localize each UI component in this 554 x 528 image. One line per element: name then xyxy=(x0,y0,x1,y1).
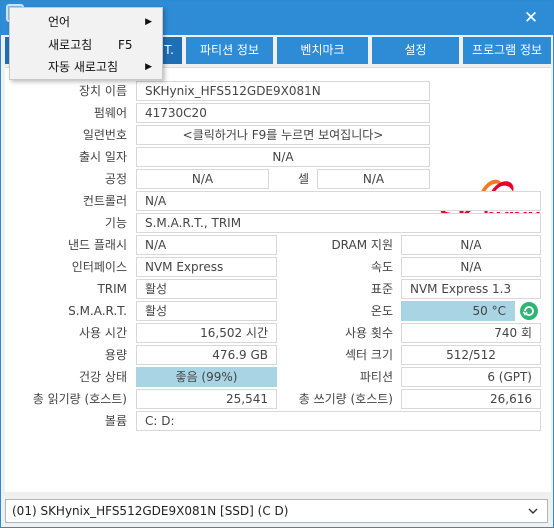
reads-label: 총 읽기량 (호스트) xyxy=(32,392,127,406)
sector-label: 섹터 크기 xyxy=(345,348,393,362)
capacity-field: 476.9 GB xyxy=(136,345,277,365)
close-button[interactable]: ✕ xyxy=(521,8,541,28)
temp-label: 온도 xyxy=(370,304,393,318)
refresh-icon-graphic xyxy=(522,306,534,316)
process-label: 공정 xyxy=(104,172,127,186)
interface-label: 인터페이스 xyxy=(71,260,127,274)
context-menu: 언어 ▶ 새로고침 F5 자동 새로고침 ▶ xyxy=(9,7,163,80)
drive-selector[interactable]: (01) SKHynix_HFS512GDE9X081N [SSD] (C D) xyxy=(5,499,548,523)
cell-field: N/A xyxy=(317,169,430,189)
controller-field: N/A xyxy=(136,191,541,211)
controller-label: 컨트롤러 xyxy=(82,194,127,208)
menu-item-refresh[interactable]: 새로고침 F5 xyxy=(10,34,162,56)
interface-field: NVM Express xyxy=(136,257,277,277)
smart-label: S.M.A.R.T. xyxy=(68,304,127,318)
nand-label: 낸드 플래시 xyxy=(67,238,127,252)
drive-selector-value: (01) SKHynix_HFS512GDE9X081N [SSD] (C D) xyxy=(12,504,289,518)
tab-program-info[interactable]: 프로그램 정보 xyxy=(463,37,551,64)
cell-label: 셀 xyxy=(297,172,309,186)
features-label: 기능 xyxy=(104,216,127,230)
speed-label: 속도 xyxy=(370,260,393,274)
nand-field: N/A xyxy=(136,235,277,255)
tab-benchmark[interactable]: 벤치마크 xyxy=(277,37,368,64)
sector-field: 512/512 xyxy=(401,345,541,365)
dram-label: DRAM 지원 xyxy=(331,238,393,252)
speed-field: N/A xyxy=(401,257,541,277)
device-info-panel: 장치 이름 SKHynix_HFS512GDE9X081N 펌웨어 41730C… xyxy=(5,67,551,492)
power-count-label: 사용 횟수 xyxy=(345,326,393,340)
menu-item-language[interactable]: 언어 ▶ xyxy=(10,11,162,33)
smart-field: 활성 xyxy=(136,301,277,321)
trim-label: TRIM xyxy=(97,282,127,296)
standard-field: NVM Express 1.3 xyxy=(401,279,541,299)
power-on-field: 16,502 시간 xyxy=(136,323,277,343)
serial-label: 일련번호 xyxy=(82,128,127,142)
menu-item-label: 새로고침 xyxy=(48,38,93,52)
temp-field: 50 °C xyxy=(401,301,515,321)
health-field: 좋음 (99%) xyxy=(136,367,277,387)
volume-label: 볼륨 xyxy=(104,414,127,428)
writes-field: 26,616 xyxy=(401,389,541,409)
features-field: S.M.A.R.T., TRIM xyxy=(136,213,541,233)
tab-partition-info[interactable]: 파티션 정보 xyxy=(186,37,273,64)
menu-item-label: 자동 새로고침 xyxy=(48,60,119,74)
dram-field: N/A xyxy=(401,235,541,255)
menu-item-label: 언어 xyxy=(48,15,71,29)
submenu-arrow-icon: ▶ xyxy=(145,62,152,72)
menu-item-auto-refresh[interactable]: 자동 새로고침 ▶ xyxy=(10,56,162,78)
partition-field: 6 (GPT) xyxy=(401,367,541,387)
tab-settings[interactable]: 설정 xyxy=(372,37,459,64)
release-field: N/A xyxy=(136,147,430,167)
app-window: ✕ T. 파티션 정보 벤치마크 설정 프로그램 정보 장치 이름 SKHyni… xyxy=(0,0,554,528)
serial-field[interactable]: <클릭하거나 F9를 누르면 보여집니다> xyxy=(136,125,430,145)
partition-label: 파티션 xyxy=(359,370,393,384)
power-on-label: 사용 시간 xyxy=(79,326,127,340)
firmware-label: 펌웨어 xyxy=(93,106,127,120)
device-name-label: 장치 이름 xyxy=(79,84,127,98)
submenu-arrow-icon: ▶ xyxy=(145,17,152,27)
firmware-field: 41730C20 xyxy=(136,103,430,123)
device-name-field: SKHynix_HFS512GDE9X081N xyxy=(136,81,430,101)
standard-label: 표준 xyxy=(370,282,393,296)
health-label: 건강 상태 xyxy=(79,370,127,384)
power-count-field: 740 회 xyxy=(401,323,541,343)
reads-field: 25,541 xyxy=(136,389,277,409)
capacity-label: 용량 xyxy=(104,348,127,362)
refresh-icon[interactable] xyxy=(520,302,538,320)
chevron-down-icon xyxy=(528,508,538,514)
release-label: 출시 일자 xyxy=(79,150,127,164)
menu-item-shortcut: F5 xyxy=(118,38,133,52)
writes-label: 총 쓰기량 (호스트) xyxy=(298,392,393,406)
trim-field: 활성 xyxy=(136,279,277,299)
process-field: N/A xyxy=(136,169,269,189)
volume-field: C: D: xyxy=(136,411,541,431)
